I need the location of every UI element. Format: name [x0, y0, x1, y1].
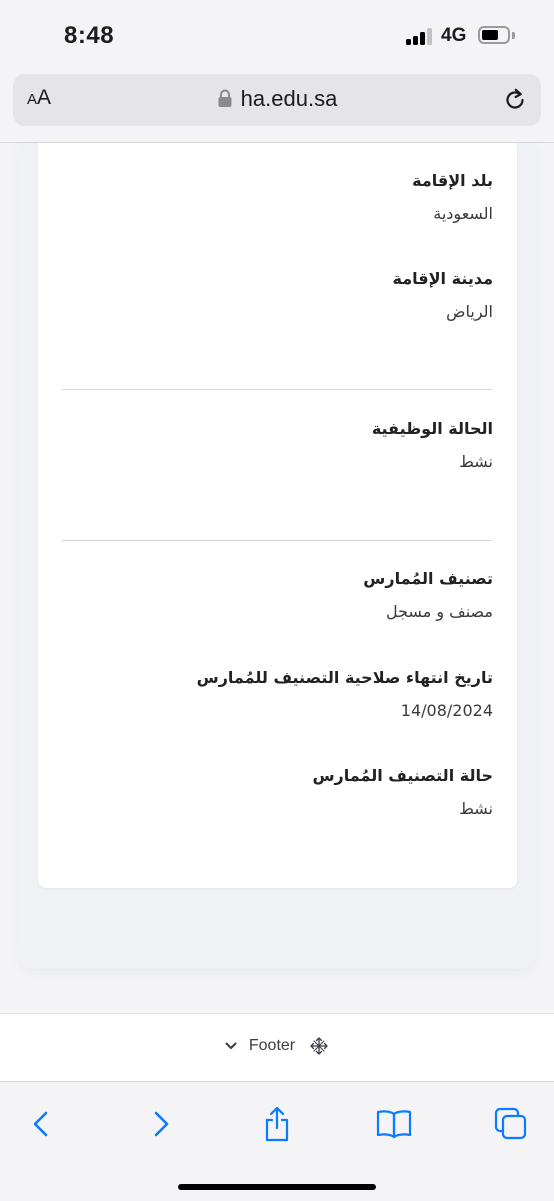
signal-strength-icon	[406, 27, 436, 45]
field-classification-status: حالة التصنيف المُمارس نشط	[312, 766, 493, 818]
forward-icon[interactable]	[141, 1104, 181, 1144]
bookmarks-icon[interactable]	[374, 1104, 414, 1144]
field-classification-expiry: تاريخ انتهاء صلاحية التصنيف للمُمارس 14/…	[197, 668, 493, 720]
status-time: 8:48	[64, 22, 115, 49]
field-label: حالة التصنيف المُمارس	[312, 766, 493, 785]
chevron-down-icon	[225, 1042, 237, 1049]
move-arrows-icon[interactable]	[309, 1036, 329, 1056]
field-value: نشط	[459, 799, 493, 818]
field-label: الحالة الوظيفية	[371, 419, 493, 438]
section-divider	[62, 540, 492, 541]
field-practitioner-classification: تصنيف المُمارس مصنف و مسجل	[363, 569, 493, 621]
tabs-icon[interactable]	[491, 1104, 531, 1144]
share-icon[interactable]	[257, 1104, 297, 1144]
url-text: ha.edu.sa	[240, 86, 338, 111]
network-type: 4G	[441, 25, 467, 46]
lock-icon	[218, 89, 232, 107]
address-bar[interactable]: AA ha.edu.sa	[13, 74, 541, 126]
field-value: الرياض	[446, 302, 493, 321]
field-label: مدينة الإقامة	[392, 269, 493, 288]
field-value: مصنف و مسجل	[385, 602, 493, 621]
field-label: بلد الإقامة	[412, 171, 493, 190]
browser-toolbar	[0, 1081, 554, 1201]
back-icon[interactable]	[21, 1104, 61, 1144]
battery-cap	[512, 32, 515, 39]
footer-label: Footer	[248, 1037, 296, 1054]
footer-bar[interactable]: Footer	[0, 1013, 554, 1082]
field-label: تاريخ انتهاء صلاحية التصنيف للمُمارس	[196, 668, 493, 687]
home-indicator	[178, 1184, 376, 1190]
field-residence-country: بلد الإقامة السعودية	[412, 171, 493, 223]
section-divider	[62, 389, 492, 390]
status-bar: 8:48 4G	[0, 0, 554, 72]
field-label: تصنيف المُمارس	[363, 569, 493, 588]
url-display[interactable]: ha.edu.sa	[13, 86, 541, 112]
field-value: نشط	[459, 452, 493, 471]
field-residence-city: مدينة الإقامة الرياض	[393, 269, 493, 321]
profile-card: بلد الإقامة السعودية مدينة الإقامة الريا…	[38, 143, 517, 888]
field-employment-status: الحالة الوظيفية نشط	[372, 419, 493, 471]
reload-icon[interactable]	[501, 86, 529, 114]
footer-toggle[interactable]: Footer	[0, 1036, 554, 1056]
battery-icon	[478, 26, 510, 44]
field-value: 14/08/2024	[400, 701, 493, 720]
field-value: السعودية	[433, 204, 493, 223]
